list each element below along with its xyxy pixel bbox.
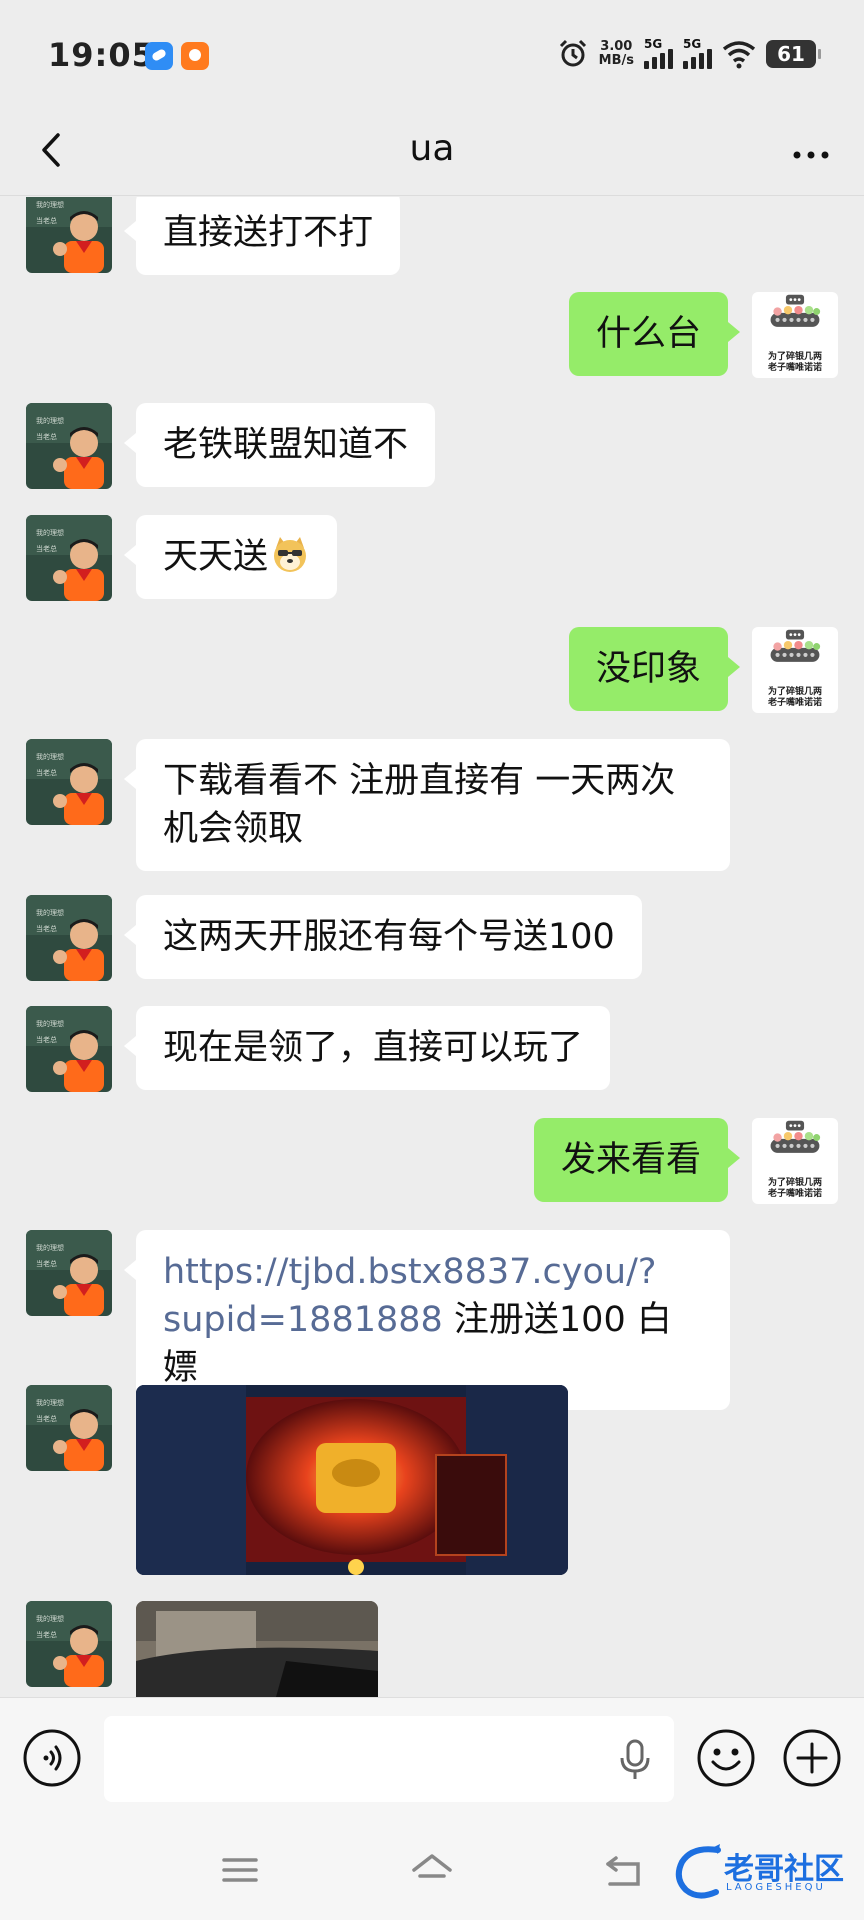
more-dots-icon[interactable] — [786, 130, 836, 180]
message-link[interactable]: https://tjbd.bstx8837.cyou/? — [163, 1248, 703, 1296]
message-bubble-incoming[interactable]: 这两天开服还有每个号送100 — [124, 895, 642, 979]
contact-avatar[interactable] — [26, 197, 112, 273]
network-speed: 3.00 MB/s — [599, 40, 634, 68]
avatar-caption-2: 老子嘴唯诺诺 — [767, 698, 822, 708]
status-time: 19:05 — [48, 36, 155, 74]
chat-header: ua — [0, 110, 864, 196]
contact-avatar[interactable] — [26, 515, 112, 601]
contact-avatar[interactable] — [26, 895, 112, 981]
alarm-icon — [559, 39, 586, 67]
contact-avatar[interactable] — [26, 1601, 112, 1687]
my-avatar[interactable]: 为了碎银几两 老子嘴唯诺诺 — [752, 627, 838, 713]
menu-icon[interactable] — [216, 1848, 264, 1892]
watermark-logo: 老哥社区 LAOGESHEQU — [672, 1840, 852, 1902]
battery-indicator: 61 — [766, 40, 821, 68]
contact-avatar[interactable] — [26, 739, 112, 825]
contact-avatar[interactable] — [26, 1230, 112, 1316]
message-bubble-outgoing[interactable]: 发来看看 — [533, 1118, 741, 1202]
chat-message-list[interactable]: 我的理想 当老总 直接送打不打 为了碎银几两 老子嘴 — [0, 197, 864, 1697]
signal-icon-2: 5G — [683, 37, 712, 69]
message-bubble-incoming[interactable]: 现在是领了，直接可以玩了 — [123, 1006, 611, 1090]
message-bubble-incoming[interactable]: 老铁联盟知道不 — [123, 403, 436, 487]
avatar-caption-2: 老子嘴唯诺诺 — [767, 1189, 822, 1199]
wifi-icon — [722, 41, 756, 69]
chat-title: ua — [409, 128, 455, 169]
emoji-icon[interactable] — [696, 1728, 756, 1788]
plus-icon[interactable] — [782, 1728, 842, 1788]
status-indicators: 3.00 MB/s 5G 5G 61 — [557, 34, 821, 74]
my-avatar[interactable]: 为了碎银几两 老子嘴唯诺诺 — [752, 292, 838, 378]
home-icon[interactable] — [408, 1848, 456, 1892]
message-bubble-incoming[interactable]: 直接送打不打 — [123, 197, 401, 275]
contact-avatar[interactable] — [26, 403, 112, 489]
avatar-caption-1: 为了碎银几两 — [767, 352, 822, 362]
message-text: 天天送 — [163, 537, 269, 577]
doge-emoji-icon — [274, 537, 307, 572]
message-image[interactable] — [136, 1601, 378, 1697]
mic-icon[interactable] — [615, 1738, 655, 1782]
net-type-2: 5G — [683, 37, 702, 51]
contact-avatar[interactable] — [26, 1006, 112, 1092]
avatar-caption-1: 为了碎银几两 — [767, 687, 822, 697]
message-text-line: 下载看看不 注册直接有 一天两次 — [163, 761, 676, 801]
message-bubble-incoming[interactable]: 天天送 — [123, 515, 338, 599]
system-navigation-bar: 老哥社区 LAOGESHEQU — [0, 1822, 864, 1920]
message-input-bar — [0, 1697, 864, 1822]
app-notification-icon-2 — [181, 42, 209, 70]
speed-unit: MB/s — [598, 53, 634, 68]
watermark-subtext: LAOGESHEQU — [726, 1882, 826, 1893]
message-text-line: 机会领取 — [163, 809, 304, 849]
voice-icon[interactable] — [22, 1728, 82, 1788]
speed-value: 3.00 — [600, 39, 633, 54]
back-icon[interactable] — [600, 1848, 648, 1892]
message-bubble-outgoing[interactable]: 什么台 — [568, 292, 741, 376]
net-type-1: 5G — [644, 37, 663, 51]
signal-icon-1: 5G — [644, 37, 673, 69]
message-bubble-incoming[interactable]: https://tjbd.bstx8837.cyou/? supid=18818… — [124, 1230, 730, 1410]
status-bar: 19:05 3.00 MB/s 5G 5G 61 — [0, 0, 864, 110]
message-image[interactable] — [136, 1385, 568, 1575]
app-notification-icon — [145, 42, 173, 70]
avatar-caption-2: 老子嘴唯诺诺 — [767, 363, 822, 373]
message-input[interactable] — [104, 1716, 674, 1802]
dragon-logo-icon — [675, 1844, 721, 1899]
contact-avatar[interactable] — [26, 1385, 112, 1471]
message-bubble-outgoing[interactable]: 没印象 — [568, 627, 741, 711]
message-bubble-incoming[interactable]: 下载看看不 注册直接有 一天两次 机会领取 — [124, 739, 730, 871]
my-avatar[interactable]: 为了碎银几两 老子嘴唯诺诺 — [752, 1118, 838, 1204]
avatar-caption-1: 为了碎银几两 — [767, 1178, 822, 1188]
message-link[interactable]: supid=1881888 — [163, 1300, 443, 1340]
